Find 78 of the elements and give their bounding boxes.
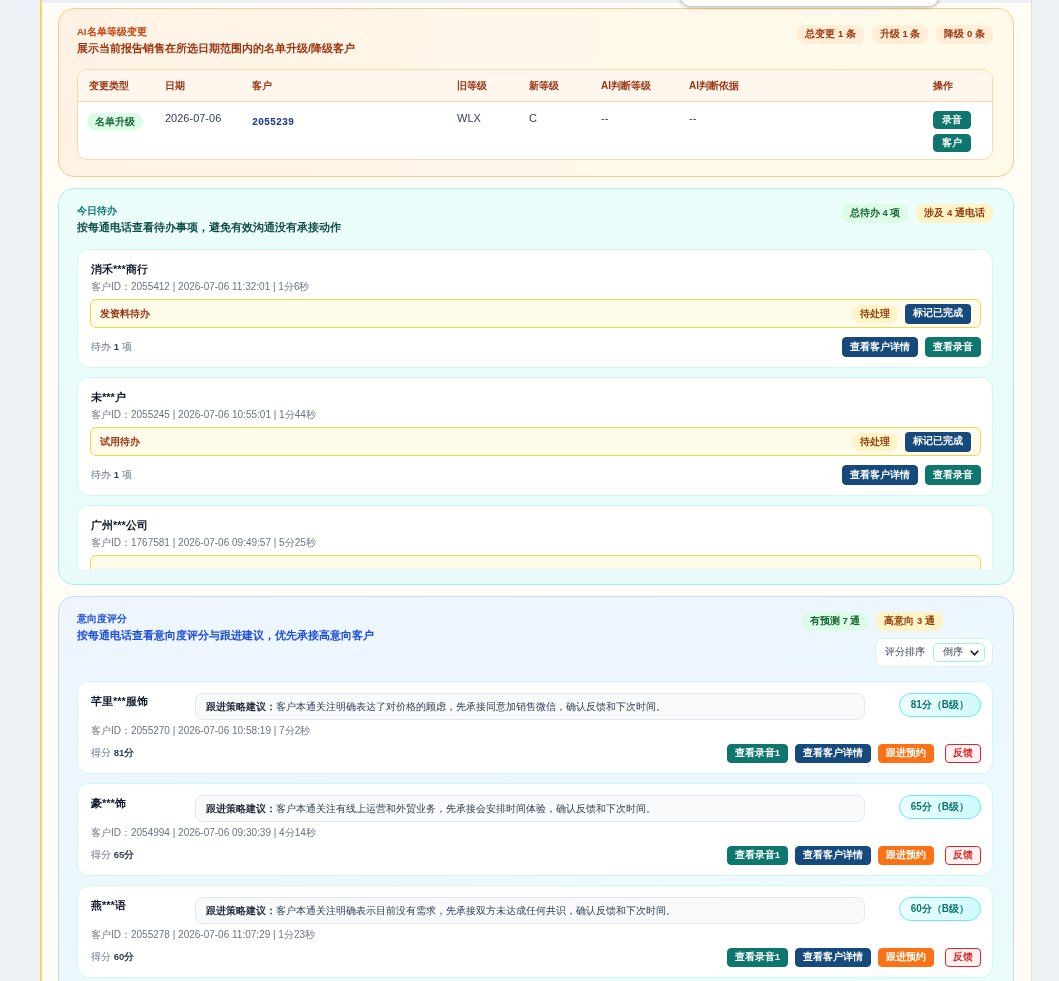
table-cell-text: -- — [688, 111, 698, 126]
section-label: 今日待办 — [77, 204, 117, 217]
mark-done-button[interactable]: 标记已完成 — [905, 431, 971, 452]
recording-button[interactable]: 查看录音1 — [726, 846, 788, 865]
score-badge: 65分（B级） — [898, 795, 981, 819]
change-type-tag: 名单升级 — [87, 113, 143, 130]
customer-id-link[interactable]: 2055239 — [252, 117, 294, 128]
customer-detail-button[interactable]: 查看客户详情 — [795, 846, 871, 865]
chevron-down-icon — [970, 649, 979, 656]
feedback-button[interactable]: 反馈 — [945, 846, 981, 865]
column-header: 变更类型 — [88, 79, 130, 92]
column-header: 日期 — [164, 79, 186, 92]
count-badge: 有预测 7 通 — [801, 612, 869, 631]
score-text: 得分 65分 — [90, 849, 135, 862]
call-meta: 客户ID：2055245 | 2026-07-06 10:55:01 | 1分44秒 — [90, 408, 316, 421]
customer-name: 广州***公司 — [90, 518, 148, 533]
column-header: 新等级 — [528, 79, 560, 92]
recording-button[interactable]: 查看录音 — [925, 337, 981, 357]
table-cell-text: 2026-07-06 — [164, 111, 223, 126]
call-meta: 客户ID：2055270 | 2026-07-06 10:58:19 | 7分2秒 — [90, 724, 311, 737]
customer-detail-button[interactable]: 查看客户详情 — [795, 948, 871, 967]
column-header: 客户 — [251, 79, 273, 92]
score-text: 得分 60分 — [90, 951, 135, 964]
call-meta: 客户ID：1767581 | 2026-07-06 09:49:57 | 5分25秒 — [90, 536, 316, 549]
section-label: AI名单等级变更 — [77, 25, 147, 38]
todo-count: 待办 1 项 — [90, 340, 132, 354]
column-header: AI判断依据 — [688, 79, 740, 92]
customer-button[interactable]: 客户 — [933, 134, 971, 152]
section-label: 意向度评分 — [77, 612, 127, 625]
customer-detail-button[interactable]: 查看客户详情 — [795, 744, 871, 763]
table-cell-text: C — [528, 111, 538, 126]
appointment-button[interactable]: 跟进预约 — [878, 846, 934, 865]
table-cell-text: WLX — [456, 111, 482, 126]
count-badge: 总变更 1 条 — [797, 25, 864, 44]
recording-button[interactable]: 录音 — [933, 111, 971, 129]
todo-title: 试用待办 — [100, 434, 140, 449]
customer-name: 豪***饰 — [90, 796, 126, 811]
recording-button[interactable]: 查看录音1 — [726, 744, 788, 763]
feedback-button[interactable]: 反馈 — [945, 744, 981, 763]
todo-count: 待办 1 项 — [90, 468, 132, 482]
customer-name: 未***户 — [90, 390, 126, 405]
strategy-note: 跟进策略建议：客户本通关注明确表达了对价格的顾虑，先承接同意加销售微信，确认反馈和下次时间。 — [195, 693, 865, 720]
mark-done-button[interactable]: 标记已完成 — [905, 303, 971, 324]
recording-button[interactable]: 查看录音 — [925, 465, 981, 485]
appointment-button[interactable]: 跟进预约 — [878, 744, 934, 763]
count-badge: 降级 0 条 — [936, 25, 993, 44]
count-badge: 高意向 3 通 — [876, 612, 943, 631]
sort-label: 评分排序 — [885, 646, 925, 659]
status-tag: 待处理 — [852, 304, 898, 323]
score-badge: 60分（B级） — [898, 897, 981, 921]
call-meta: 客户ID：2055412 | 2026-07-06 11:32:01 | 1分6秒 — [90, 280, 310, 293]
call-meta: 客户ID：2055278 | 2026-07-06 11:07:29 | 1分23秒 — [90, 928, 316, 941]
customer-detail-button[interactable]: 查看客户详情 — [842, 337, 918, 357]
customer-name: 芊里***服饰 — [90, 694, 148, 709]
status-tag: 待处理 — [852, 432, 898, 451]
column-header: 旧等级 — [456, 79, 488, 92]
feedback-button[interactable]: 反馈 — [945, 948, 981, 967]
sort-select[interactable]: 倒序 — [933, 643, 985, 662]
column-header: AI判断等级 — [600, 79, 652, 92]
customer-name: 燕***语 — [90, 898, 126, 913]
section-subtitle: 展示当前报告销售在所选日期范围内的名单升级/降级客户 — [77, 41, 356, 56]
appointment-button[interactable]: 跟进预约 — [878, 948, 934, 967]
count-badge: 总待办 4 项 — [841, 204, 909, 223]
customer-detail-button[interactable]: 查看客户详情 — [842, 465, 918, 485]
score-text: 得分 81分 — [90, 747, 135, 760]
customer-name: 消禾***商行 — [90, 262, 148, 277]
recording-button[interactable]: 查看录音1 — [726, 948, 788, 967]
count-badge: 涉及 4 通电话 — [916, 204, 993, 223]
call-meta: 客户ID：2054994 | 2026-07-06 09:30:39 | 4分14秒 — [90, 826, 316, 839]
score-badge: 81分（B级） — [898, 693, 981, 717]
table-cell-text: -- — [600, 111, 610, 126]
strategy-note: 跟进策略建议：客户本通关注明确表示目前没有需求，先承接双方未达成任何共识，确认反馈和下次时间。 — [195, 897, 865, 924]
section-subtitle: 按每通电话查看意向度评分与跟进建议，优先承接高意向客户 — [77, 628, 374, 643]
column-header: 操作 — [932, 79, 954, 92]
section-subtitle: 按每通电话查看待办事项，避免有效沟通没有承接动作 — [77, 220, 341, 235]
todo-title: 发资料待办 — [100, 306, 150, 321]
count-badge: 升级 1 条 — [871, 25, 929, 44]
strategy-note: 跟进策略建议：客户本通关注有线上运营和外贸业务，先承接会安排时间体验，确认反馈和下次时间。 — [195, 795, 865, 822]
